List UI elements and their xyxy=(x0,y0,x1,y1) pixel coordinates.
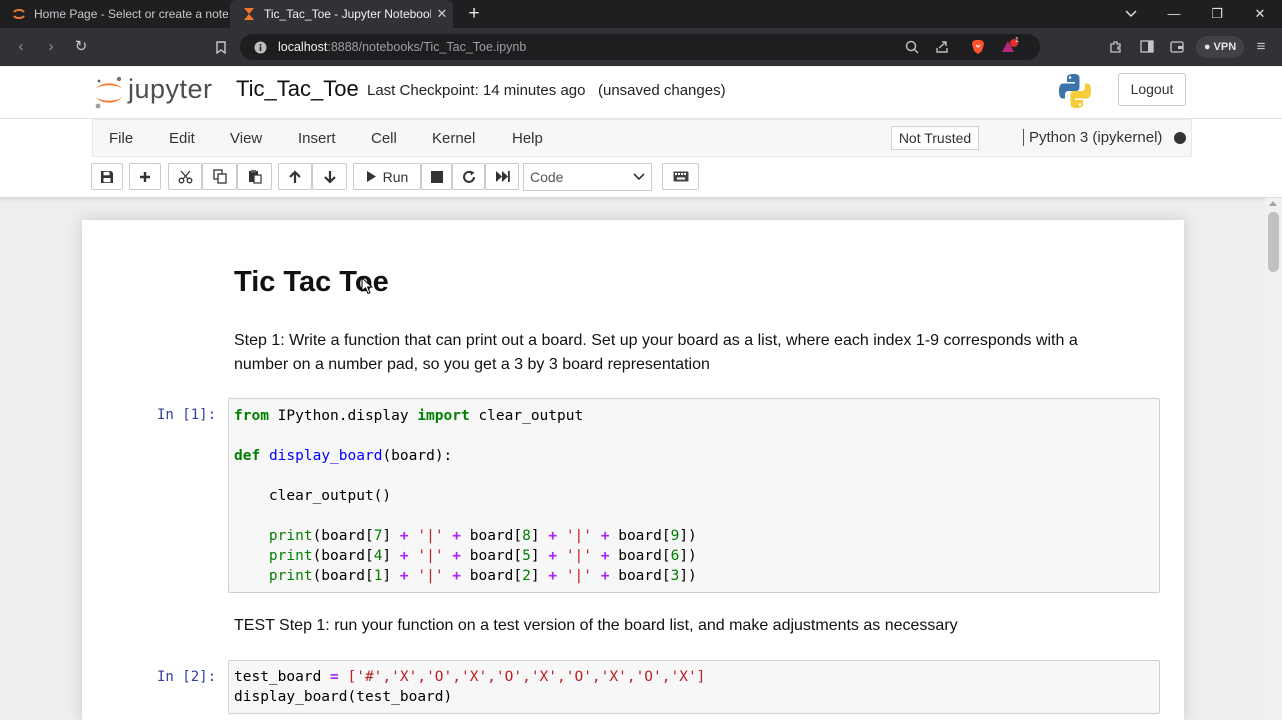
menu-kernel[interactable]: Kernel xyxy=(432,130,475,147)
paste-button[interactable] xyxy=(237,163,272,190)
interrupt-button[interactable] xyxy=(421,163,452,190)
jupyter-favicon-icon xyxy=(12,7,26,21)
save-icon xyxy=(101,170,113,183)
browser-address-bar: ‹ › ↻ localhost:8888/notebooks/Tic_Tac_T… xyxy=(0,28,1282,66)
notification-count: 1 xyxy=(1015,37,1019,44)
url-text: localhost:8888/notebooks/Tic_Tac_Toe.ipy… xyxy=(278,40,527,54)
back-button[interactable]: ‹ xyxy=(10,37,32,57)
code-line: test_board = ['#','X','O','X','O','X','O… xyxy=(234,669,706,685)
menubar-container: File Edit View Insert Cell Kernel Help N… xyxy=(0,119,1282,157)
plus-icon xyxy=(140,171,150,182)
cell-type-select[interactable]: Code xyxy=(523,163,652,191)
tab-label: Home Page - Select or create a notebook xyxy=(34,7,228,21)
command-palette-button[interactable] xyxy=(662,163,699,190)
cell-type-value: Code xyxy=(530,169,564,185)
chevron-down-icon xyxy=(633,173,645,181)
insert-cell-button[interactable] xyxy=(129,163,161,190)
bookmark-icon[interactable] xyxy=(210,37,232,57)
jupyter-wordmark[interactable]: jupyter xyxy=(128,74,213,105)
restore-window-button[interactable]: ❐ xyxy=(1197,0,1237,28)
menu-help[interactable]: Help xyxy=(512,130,543,147)
browser-tab-bar: Home Page - Select or create a notebook … xyxy=(0,0,1282,28)
close-icon[interactable]: ✕ xyxy=(431,6,453,22)
notebook-title[interactable]: Tic_Tac_Toe xyxy=(236,76,359,102)
restart-icon xyxy=(462,170,475,183)
kernel-name[interactable]: Python 3 (ipykernel) xyxy=(1023,129,1162,146)
menu-view[interactable]: View xyxy=(230,130,262,147)
hourglass-icon xyxy=(242,7,256,21)
new-tab-button[interactable]: + xyxy=(464,4,484,24)
share-icon[interactable] xyxy=(932,38,952,56)
checkpoint-status: Last Checkpoint: 14 minutes ago (unsaved… xyxy=(367,82,726,99)
scroll-up-arrow-icon[interactable] xyxy=(1269,201,1277,206)
scrollbar-thumb[interactable] xyxy=(1268,212,1279,272)
cut-button[interactable] xyxy=(168,163,202,190)
forward-button[interactable]: › xyxy=(40,37,62,57)
code-line: print(board[4] + '|' + board[5] + '|' + … xyxy=(268,548,697,564)
markdown-test-step1[interactable]: TEST Step 1: run your function on a test… xyxy=(234,614,1134,638)
copy-icon xyxy=(212,169,227,184)
menubar: File Edit View Insert Cell Kernel Help N… xyxy=(92,119,1192,157)
code-line: display_board(test_board) xyxy=(234,689,453,705)
page-scrollbar[interactable] xyxy=(1265,198,1282,720)
copy-button[interactable] xyxy=(202,163,237,190)
arrow-up-icon xyxy=(289,169,301,183)
cell2-prompt: In [2]: xyxy=(157,669,217,685)
jupyter-header: jupyter Tic_Tac_Toe Last Checkpoint: 14 … xyxy=(0,67,1282,119)
run-label: Run xyxy=(382,168,409,185)
run-button[interactable]: Run xyxy=(353,163,421,190)
move-up-button[interactable] xyxy=(278,163,312,190)
tab-label: Tic_Tac_Toe - Jupyter Notebook xyxy=(264,7,431,21)
move-down-button[interactable] xyxy=(312,163,347,190)
code-line: print(board[7] + '|' + board[8] + '|' + … xyxy=(268,528,697,544)
code-line: print(board[1] + '|' + board[2] + '|' + … xyxy=(268,568,697,584)
zoom-icon[interactable] xyxy=(902,38,922,56)
restart-kernel-button[interactable] xyxy=(452,163,485,190)
fast-forward-icon xyxy=(495,171,510,182)
python-logo-icon xyxy=(1059,74,1091,108)
reload-icon[interactable]: ↻ xyxy=(70,37,92,57)
hamburger-menu-icon[interactable]: ≡ xyxy=(1251,38,1271,56)
brave-shield-icon[interactable] xyxy=(968,38,988,56)
restart-run-all-button[interactable] xyxy=(485,163,519,190)
url-field[interactable]: localhost:8888/notebooks/Tic_Tac_Toe.ipy… xyxy=(240,34,1040,60)
minimize-window-button[interactable]: — xyxy=(1154,0,1194,28)
code-line: from IPython.display import clear_output xyxy=(234,408,584,424)
markdown-step1[interactable]: Step 1: Write a function that can print … xyxy=(234,329,1134,377)
code-cell-2[interactable]: test_board = ['#','X','O','X','O','X','O… xyxy=(228,660,1160,714)
save-button[interactable] xyxy=(91,163,123,190)
menu-file[interactable]: File xyxy=(109,130,133,147)
jupyter-logo-icon[interactable] xyxy=(92,72,126,112)
vpn-button[interactable]: ● VPN xyxy=(1196,36,1244,58)
kernel-busy-indicator-icon xyxy=(1174,132,1186,144)
wallet-icon[interactable] xyxy=(1167,38,1187,56)
menu-edit[interactable]: Edit xyxy=(169,130,195,147)
tab-list-chevron-icon[interactable] xyxy=(1111,0,1151,28)
code-line: clear_output() xyxy=(234,488,392,504)
code-cell-1[interactable]: from IPython.display import clear_output… xyxy=(228,398,1160,593)
stop-icon xyxy=(430,170,443,183)
notebook-container: Tic Tac Toe Step 1: Write a function tha… xyxy=(82,220,1184,720)
keyboard-icon xyxy=(673,171,688,182)
close-window-button[interactable]: ✕ xyxy=(1240,0,1280,28)
menu-cell[interactable]: Cell xyxy=(371,130,397,147)
paste-icon xyxy=(248,170,262,184)
info-icon[interactable] xyxy=(250,38,270,56)
puzzle-icon[interactable] xyxy=(1106,38,1126,56)
cell1-prompt: In [1]: xyxy=(157,407,217,423)
mouse-cursor-icon xyxy=(361,277,373,295)
scissors-icon xyxy=(178,170,192,183)
notebook-toolbar: Run Code xyxy=(0,157,1282,198)
code-line: def display_board(board): xyxy=(234,448,453,464)
sidebar-icon[interactable] xyxy=(1137,38,1157,56)
tab-home-page[interactable]: Home Page - Select or create a notebook xyxy=(0,0,228,28)
logout-button[interactable]: Logout xyxy=(1118,73,1186,106)
play-icon xyxy=(366,171,376,182)
arrow-down-icon xyxy=(323,170,336,184)
tab-tic-tac-toe[interactable]: Tic_Tac_Toe - Jupyter Notebook ✕ xyxy=(230,0,453,28)
not-trusted-button[interactable]: Not Trusted xyxy=(891,126,979,150)
menu-insert[interactable]: Insert xyxy=(298,130,336,147)
